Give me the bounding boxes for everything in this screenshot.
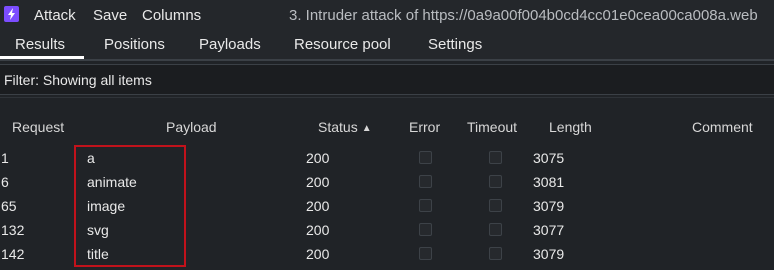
error-checkbox <box>419 223 432 236</box>
timeout-checkbox <box>489 247 502 260</box>
menu-save[interactable]: Save <box>93 7 127 24</box>
column-header-comment[interactable]: Comment <box>692 119 753 135</box>
error-checkbox <box>419 247 432 260</box>
filter-bar[interactable]: Filter: Showing all items <box>0 64 774 95</box>
window-title: 3. Intruder attack of https://0a9a00f004… <box>289 7 758 24</box>
tab-bar: Results Positions Payloads Resource pool… <box>0 32 774 59</box>
column-header-payload[interactable]: Payload <box>166 119 217 135</box>
menu-bar: Attack Save Columns 3. Intruder attack o… <box>0 0 774 32</box>
cell-request: 6 <box>1 174 9 190</box>
menu-attack[interactable]: Attack <box>34 7 76 24</box>
cell-length: 3077 <box>533 222 565 238</box>
tab-resource-pool[interactable]: Resource pool <box>294 36 391 53</box>
cell-request: 1 <box>1 150 9 166</box>
cell-length: 3075 <box>533 150 565 166</box>
timeout-checkbox <box>489 199 502 212</box>
cell-length: 3079 <box>533 246 565 262</box>
column-header-length[interactable]: Length <box>549 119 592 135</box>
tab-settings[interactable]: Settings <box>428 36 482 53</box>
timeout-checkbox <box>489 175 502 188</box>
error-checkbox <box>419 151 432 164</box>
cell-request: 65 <box>1 198 17 214</box>
divider <box>0 97 774 98</box>
payload-highlight-box <box>74 145 186 267</box>
error-checkbox <box>419 199 432 212</box>
cell-status: 200 <box>306 174 330 190</box>
cell-length: 3081 <box>533 174 565 190</box>
cell-status: 200 <box>306 150 330 166</box>
tab-results[interactable]: Results <box>15 36 65 53</box>
column-header-error[interactable]: Error <box>409 119 440 135</box>
cell-length: 3079 <box>533 198 565 214</box>
column-header-timeout[interactable]: Timeout <box>467 119 517 135</box>
filter-label[interactable]: Filter: Showing all items <box>4 72 152 88</box>
timeout-checkbox <box>489 151 502 164</box>
cell-request: 132 <box>1 222 25 238</box>
column-header-request[interactable]: Request <box>12 119 64 135</box>
error-checkbox <box>419 175 432 188</box>
menu-columns[interactable]: Columns <box>142 7 201 24</box>
cell-status: 200 <box>306 198 330 214</box>
timeout-checkbox <box>489 223 502 236</box>
burp-logo-icon <box>4 6 19 22</box>
tab-divider <box>0 59 774 61</box>
cell-status: 200 <box>306 222 330 238</box>
cell-request: 142 <box>1 246 25 262</box>
tab-payloads[interactable]: Payloads <box>199 36 261 53</box>
column-header-status-label: Status <box>318 119 358 135</box>
tab-positions[interactable]: Positions <box>104 36 165 53</box>
sort-ascending-icon: ▲ <box>361 123 372 134</box>
cell-status: 200 <box>306 246 330 262</box>
column-header-status[interactable]: Status ▲ <box>318 119 372 135</box>
